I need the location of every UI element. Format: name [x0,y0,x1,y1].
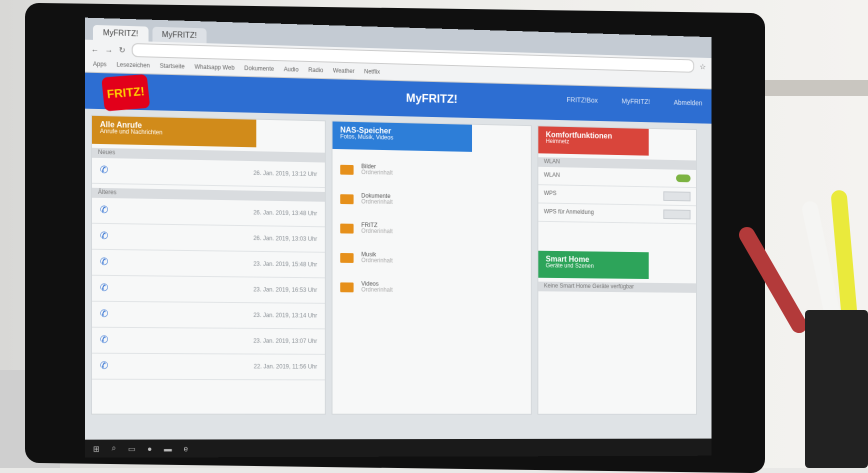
setting-row: WPS für Anmeldung [538,203,696,224]
folder-icon [340,253,353,263]
wps-login-button[interactable] [663,209,690,219]
folder-icon [340,224,353,234]
phone-icon: ✆ [100,309,108,320]
phone-icon: ✆ [100,205,108,216]
star-icon[interactable]: ☆ [699,62,705,71]
forward-icon[interactable]: → [105,45,113,54]
bookmark[interactable]: Dokumente [244,66,274,73]
folder-sub: Ordnerinhalt [361,229,392,235]
laptop: MyFRITZ! MyFRITZ! ← → ↻ ☆ Apps Lesezeich… [25,3,765,473]
folder-icon [340,194,353,204]
call-row[interactable]: ✆ 23. Jan. 2019, 15:48 Uhr [92,250,325,279]
home-panel: Komfortfunktionen Heimnetz WLAN WLAN WPS… [537,125,697,414]
header-nav: FRITZ!Box MyFRITZ! Abmelden [567,97,703,107]
folder-sub: Ordnerinhalt [361,199,392,205]
folder-item[interactable]: Bilder Ordnerinhalt [333,155,531,188]
folder-sub: Ordnerinhalt [361,170,392,176]
nas-panel: NAS-Speicher Fotos, Musik, Videos Bilder… [332,120,532,414]
nav-item[interactable]: MyFRITZ! [622,99,650,106]
folder-item[interactable]: FRITZ Ordnerinhalt [333,214,531,246]
call-row[interactable]: ✆ 26. Jan. 2019, 13:12 Uhr [92,158,325,188]
call-row[interactable]: ✆ 26. Jan. 2019, 13:48 Uhr [92,198,325,227]
folder-item[interactable]: Videos Ordnerinhalt [333,273,531,304]
dashboard-columns: Alle Anrufe Anrufe und Nachrichten Neues… [85,109,711,421]
windows-taskbar: ⊞ ⌕ ▭ ● ▬ e [85,439,711,458]
home-card-header[interactable]: Komfortfunktionen Heimnetz [538,126,649,155]
calls-card-header[interactable]: Alle Anrufe Anrufe und Nachrichten [92,116,256,147]
smart-card-header[interactable]: Smart Home Geräte und Szenen [538,251,649,279]
phone-icon: ✆ [100,335,108,346]
browser-icon[interactable]: ● [147,444,152,453]
wps-button[interactable] [663,191,690,201]
call-date: 23. Jan. 2019, 16:53 Uhr [253,287,317,294]
bookmark[interactable]: Weather [333,69,355,75]
call-row[interactable]: ✆ 23. Jan. 2019, 13:14 Uhr [92,302,325,330]
phone-icon: ✆ [100,283,108,294]
wlan-toggle[interactable] [676,174,691,182]
red-scissors-handle [736,224,810,336]
explorer-icon[interactable]: ▬ [164,444,172,453]
nav-item[interactable]: FRITZ!Box [567,97,598,105]
call-date: 26. Jan. 2019, 13:03 Uhr [253,236,317,243]
browser-tab[interactable]: MyFRITZ! [152,27,207,44]
setting-label: WPS für Anmeldung [544,209,594,216]
bookmark[interactable]: Apps [93,62,107,68]
smart-subtitle: Geräte und Szenen [546,263,642,270]
call-date: 26. Jan. 2019, 13:48 Uhr [253,210,317,217]
fritz-logo[interactable]: FRITZ! [101,74,150,111]
call-date: 23. Jan. 2019, 13:07 Uhr [253,338,317,344]
bookmark[interactable]: Startseite [160,64,185,71]
call-date: 23. Jan. 2019, 15:48 Uhr [253,261,317,268]
folder-sub: Ordnerinhalt [361,258,392,264]
nav-item[interactable]: Abmelden [674,100,703,107]
call-date: 22. Jan. 2019, 11:56 Uhr [254,364,317,370]
phone-icon: ✆ [100,257,108,268]
smart-note: Keine Smart Home Geräte verfügbar [538,282,696,293]
folder-icon [340,165,353,175]
start-icon[interactable]: ⊞ [93,444,100,453]
page-title: MyFRITZ! [406,91,458,106]
bookmark[interactable]: Lesezeichen [117,63,150,70]
bookmark[interactable]: Whatsapp Web [195,65,235,72]
call-row[interactable]: ✆ 22. Jan. 2019, 11:56 Uhr [92,354,325,381]
setting-label: WLAN [544,173,560,179]
call-date: 23. Jan. 2019, 13:14 Uhr [253,313,317,319]
edge-icon[interactable]: e [184,444,188,453]
call-row[interactable]: ✆ 23. Jan. 2019, 13:07 Uhr [92,328,325,355]
reload-icon[interactable]: ↻ [119,45,126,54]
folder-sub: Ordnerinhalt [361,288,392,294]
calls-panel: Alle Anrufe Anrufe und Nachrichten Neues… [91,115,326,415]
browser-tab[interactable]: MyFRITZ! [93,25,148,42]
folder-item[interactable]: Musik Ordnerinhalt [333,243,531,275]
folder-icon [340,282,353,292]
bookmark[interactable]: Audio [284,67,299,73]
bookmark[interactable]: Netflix [364,69,380,75]
back-icon[interactable]: ← [91,44,99,53]
nas-card-header[interactable]: NAS-Speicher Fotos, Musik, Videos [333,121,472,151]
laptop-screen: MyFRITZ! MyFRITZ! ← → ↻ ☆ Apps Lesezeich… [85,18,711,458]
search-icon[interactable]: ⌕ [112,444,116,454]
bookmark[interactable]: Radio [308,68,323,74]
call-row[interactable]: ✆ 26. Jan. 2019, 13:03 Uhr [92,224,325,253]
setting-label: WPS [544,191,557,197]
folder-item[interactable]: Dokumente Ordnerinhalt [333,184,531,217]
call-row[interactable]: ✆ 23. Jan. 2019, 16:53 Uhr [92,276,325,304]
phone-icon: ✆ [100,361,108,372]
call-date: 26. Jan. 2019, 13:12 Uhr [253,170,317,177]
pen-cup [805,310,868,468]
home-subtitle: Heimnetz [546,139,642,147]
phone-icon: ✆ [100,231,108,242]
pen-holder [745,160,868,468]
taskview-icon[interactable]: ▭ [128,444,135,453]
phone-icon: ✆ [100,165,108,176]
